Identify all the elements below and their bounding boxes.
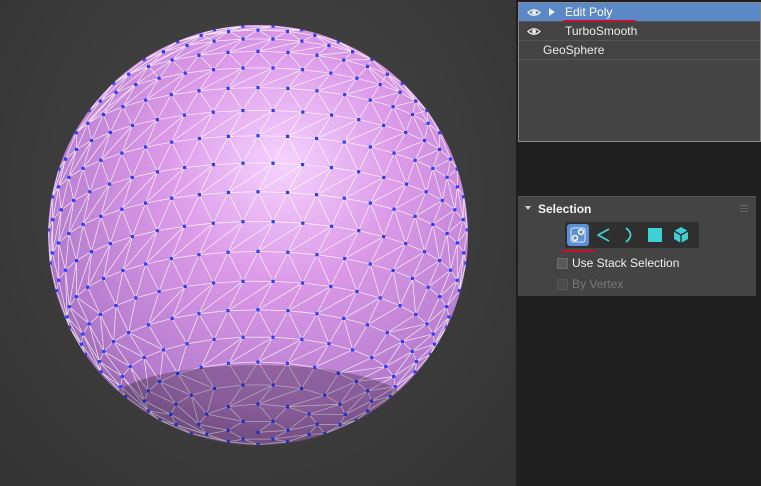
element-icon — [673, 227, 689, 243]
subobject-level-toolbar — [565, 222, 699, 248]
edge-icon — [597, 228, 610, 242]
stack-item-turbosmooth[interactable]: TurboSmooth — [519, 22, 760, 41]
rollout-title: Selection — [538, 202, 592, 216]
checkbox-box[interactable] — [557, 258, 568, 269]
element-button[interactable] — [670, 224, 692, 246]
selection-rollout: Selection Use Stack Selection By Vertex — [518, 196, 756, 296]
modifier-stack[interactable]: Edit Poly TurboSmooth GeoSphere — [518, 2, 761, 142]
command-panel: Edit Poly TurboSmooth GeoSphere Selectio… — [516, 0, 761, 486]
stack-item-label: GeoSphere — [543, 43, 605, 57]
checkbox-label: Use Stack Selection — [572, 256, 680, 270]
collapse-triangle-icon[interactable] — [525, 206, 531, 210]
expand-arrow-icon[interactable] — [549, 8, 555, 16]
polygon-button[interactable] — [644, 224, 666, 246]
geosphere-mesh[interactable] — [0, 0, 516, 486]
perspective-viewport[interactable] — [0, 0, 516, 486]
stack-item-geosphere[interactable]: GeoSphere — [519, 41, 760, 60]
vertex-icon — [570, 227, 586, 243]
border-icon — [625, 227, 632, 243]
checkbox-label: By Vertex — [572, 277, 624, 291]
vertex-button[interactable] — [567, 224, 589, 246]
red-annotation-underline — [562, 250, 595, 252]
eye-icon[interactable] — [527, 26, 541, 37]
rollout-header[interactable]: Selection — [518, 201, 756, 217]
stack-item-edit-poly[interactable]: Edit Poly — [519, 3, 760, 22]
edge-button[interactable] — [593, 224, 615, 246]
stack-item-label: TurboSmooth — [565, 24, 638, 38]
eye-icon[interactable] — [527, 7, 541, 18]
grip-icon — [740, 205, 748, 212]
polygon-icon — [648, 228, 662, 242]
checkbox-box[interactable] — [557, 279, 568, 290]
border-button[interactable] — [618, 224, 640, 246]
